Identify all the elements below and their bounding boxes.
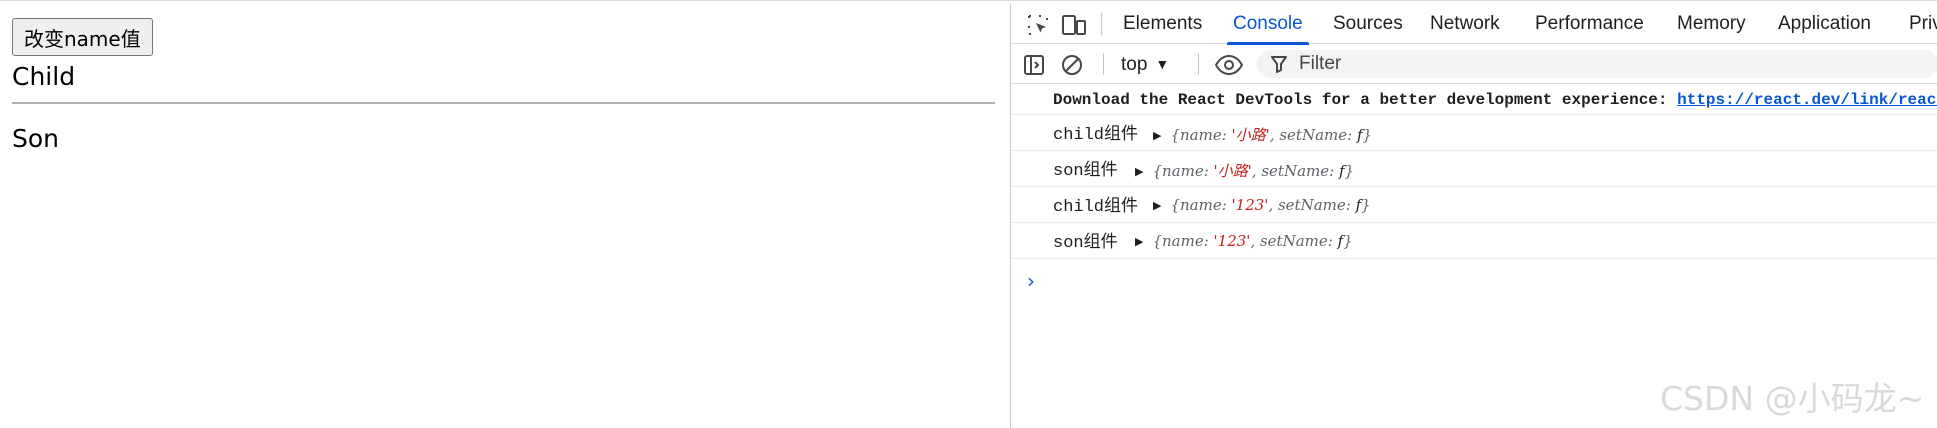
log-label: son组件 bbox=[1053, 234, 1118, 253]
name-value: '123' bbox=[1213, 232, 1251, 250]
log-label: son组件 bbox=[1053, 162, 1118, 181]
setter-key: setName bbox=[1259, 232, 1328, 250]
tabbar-separator bbox=[1101, 13, 1102, 35]
react-devtools-link[interactable]: https://react.dev/link/react-devtools bbox=[1677, 91, 1937, 109]
tab-elements[interactable]: Elements bbox=[1123, 4, 1202, 44]
son-heading: Son bbox=[12, 124, 60, 153]
console-prompt-row[interactable]: › bbox=[1011, 259, 1937, 295]
tab-application[interactable]: Application bbox=[1778, 4, 1871, 44]
expand-triangle-icon[interactable]: ▶ bbox=[1135, 235, 1143, 248]
expand-triangle-icon[interactable]: ▶ bbox=[1153, 129, 1161, 142]
log-object[interactable]: ▶ {name: '123', setName: f} bbox=[1153, 196, 1371, 214]
banner-message: Download the React DevTools for a better… bbox=[1053, 91, 1937, 109]
console-log-row: son组件 ▶ {name: '小路', setName: f} bbox=[1011, 151, 1937, 187]
device-toolbar-icon[interactable] bbox=[1061, 12, 1087, 38]
log-label: child组件 bbox=[1053, 198, 1139, 217]
filter-input[interactable]: Filter bbox=[1257, 50, 1937, 78]
devtools-tabbar: Elements Console Sources Network Perform… bbox=[1011, 4, 1937, 45]
function-symbol: f bbox=[1338, 162, 1345, 180]
tab-network[interactable]: Network bbox=[1430, 4, 1500, 44]
name-value: '小路' bbox=[1231, 126, 1270, 144]
setter-key: setName bbox=[1277, 196, 1346, 214]
context-selector[interactable]: top ▼ bbox=[1121, 50, 1169, 78]
change-name-button[interactable]: 改变name值 bbox=[12, 18, 153, 56]
prompt-chevron-icon: › bbox=[1027, 269, 1035, 293]
chevron-down-icon: ▼ bbox=[1155, 56, 1170, 72]
function-symbol: f bbox=[1355, 196, 1362, 214]
function-symbol: f bbox=[1356, 126, 1363, 144]
eye-icon[interactable] bbox=[1214, 52, 1244, 78]
watermark: CSDN @小码龙~ bbox=[1660, 379, 1925, 418]
console-toolbar: top ▼ Filter bbox=[1011, 44, 1937, 84]
filter-placeholder: Filter bbox=[1299, 53, 1342, 74]
tab-privacy[interactable]: Privacy bbox=[1909, 4, 1937, 44]
console-banner: Download the React DevTools for a better… bbox=[1011, 85, 1937, 115]
inspect-element-icon[interactable] bbox=[1025, 12, 1051, 38]
toolbar-separator bbox=[1103, 53, 1104, 75]
log-object[interactable]: ▶ {name: '123', setName: f} bbox=[1135, 232, 1353, 250]
tab-console[interactable]: Console bbox=[1227, 4, 1309, 45]
name-value: '小路' bbox=[1213, 162, 1252, 180]
log-label: child组件 bbox=[1053, 126, 1139, 145]
clear-console-icon[interactable] bbox=[1059, 52, 1085, 78]
log-object[interactable]: ▶ {name: '小路', setName: f} bbox=[1135, 160, 1354, 181]
tab-memory[interactable]: Memory bbox=[1677, 4, 1746, 44]
setter-key: setName bbox=[1261, 162, 1330, 180]
console-log-row: son组件 ▶ {name: '123', setName: f} bbox=[1011, 223, 1937, 259]
tab-performance[interactable]: Performance bbox=[1535, 4, 1644, 44]
expand-triangle-icon[interactable]: ▶ bbox=[1135, 165, 1143, 178]
screen: 改变name值 Child Son Elements Console Sourc… bbox=[0, 0, 1937, 428]
function-symbol: f bbox=[1337, 232, 1344, 250]
name-value: '123' bbox=[1231, 196, 1269, 214]
expand-triangle-icon[interactable]: ▶ bbox=[1153, 199, 1161, 212]
console-output: Download the React DevTools for a better… bbox=[1011, 85, 1937, 295]
horizontal-rule bbox=[12, 102, 995, 104]
setter-key: setName bbox=[1279, 126, 1348, 144]
console-log-row: child组件 ▶ {name: '小路', setName: f} bbox=[1011, 115, 1937, 151]
context-label: top bbox=[1121, 54, 1148, 75]
devtools-panel: Elements Console Sources Network Perform… bbox=[1010, 4, 1937, 428]
sidebar-toggle-icon[interactable] bbox=[1021, 52, 1047, 78]
log-object[interactable]: ▶ {name: '小路', setName: f} bbox=[1153, 124, 1372, 145]
child-heading: Child bbox=[12, 62, 76, 91]
page-viewport: 改变name值 Child Son bbox=[0, 4, 1010, 428]
tab-sources[interactable]: Sources bbox=[1333, 4, 1403, 44]
console-log-row: child组件 ▶ {name: '123', setName: f} bbox=[1011, 187, 1937, 223]
toolbar-separator bbox=[1198, 53, 1199, 75]
filter-icon bbox=[1271, 55, 1287, 78]
banner-text: Download the React DevTools for a better… bbox=[1053, 91, 1678, 109]
